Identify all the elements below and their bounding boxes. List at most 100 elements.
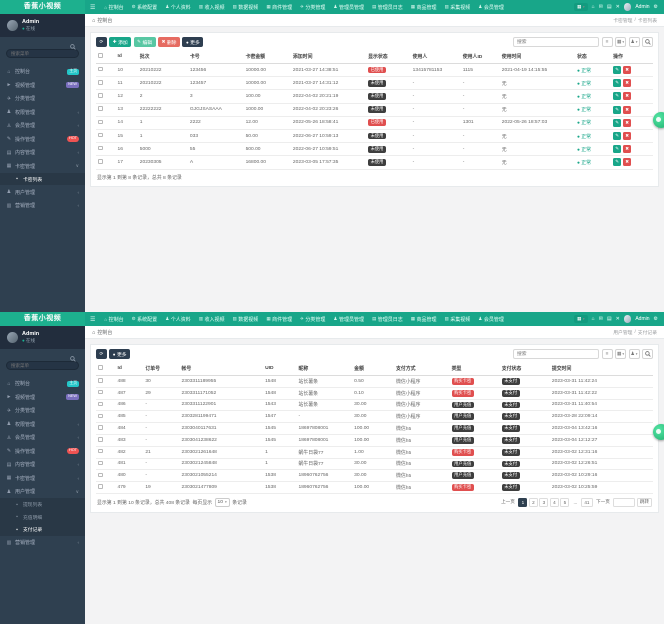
column-header-UID[interactable]: UID [263,362,297,376]
delete-button[interactable]: ✖ [623,118,632,127]
delete-button[interactable]: ✖ [623,92,632,101]
edit-button[interactable]: ✎ [613,158,622,167]
delete-button[interactable]: ✖ [623,79,632,88]
nav-item-7[interactable]: ✈ 分类管理 [296,312,329,326]
breadcrumb[interactable]: ⌂ 控制台 [92,17,112,24]
column-header-卡号[interactable]: 卡号 [187,50,244,64]
checkbox[interactable] [98,413,103,419]
sidebar-item-用户管理[interactable]: ♟ 用户管理 ∨ [0,485,85,499]
column-header-Id[interactable]: Id [115,50,138,64]
nav-item-11[interactable]: ▥ 采集视频 [441,0,475,14]
nav-item-10[interactable]: ▦ 商品管理 [407,0,441,14]
breadcrumb[interactable]: ⌂ 控制台 [92,329,112,336]
export-user-icon[interactable]: ♟ ▾ [628,349,640,359]
submenu-item-提现列表[interactable]: ▪ 提现列表 [0,498,85,511]
checkbox[interactable] [98,365,103,370]
checkbox[interactable] [98,378,103,383]
column-header-帐号[interactable]: 帐号 [179,362,264,376]
avatar[interactable] [7,331,18,343]
home-icon[interactable]: ⌂ [592,4,595,10]
close-icon[interactable]: ✕ [616,316,620,322]
nav-item-9[interactable]: ▤ 管理员日志 [368,0,407,14]
close-icon[interactable]: ✕ [616,4,620,10]
nav-item-1[interactable]: ⌂ 控制台 [100,312,127,326]
nav-item-4[interactable]: ▥ 收入视频 [195,0,229,14]
edit-button[interactable]: ✎ [613,145,622,154]
edit-button[interactable]: ✎ [613,105,622,114]
column-header-显示状态[interactable]: 显示状态 [366,50,411,64]
columns-icon[interactable]: ≡ [601,37,613,47]
apps-dropdown[interactable]: ▦ ▾ [574,3,588,11]
delete-button[interactable]: ✖ [623,132,632,141]
per-page-select[interactable]: 10 ▾ [214,497,230,507]
edit-button[interactable]: ✎ [613,66,622,75]
column-header-类型[interactable]: 类型 [449,362,500,376]
nav-item-7[interactable]: ✈ 分类管理 [296,0,329,14]
submenu-item-充值明细[interactable]: ▪ 充值明细 [0,511,85,524]
gear-icon[interactable]: ⚙ [654,4,658,10]
export-user-icon[interactable]: ♟ ▾ [628,37,640,47]
nav-item-11[interactable]: ▥ 采集视频 [441,312,475,326]
delete-button[interactable]: ✖ [623,66,632,75]
column-header-支付状态[interactable]: 支付状态 [499,362,550,376]
floating-service-button[interactable] [653,112,664,128]
nav-item-3[interactable]: ♟ 个人资料 [161,312,195,326]
view-toggle-icon[interactable]: ▦ ▾ [615,349,626,359]
page-button-3[interactable]: 3 [539,497,549,507]
column-header-提交时间[interactable]: 提交时间 [549,362,653,376]
apps-dropdown[interactable]: ▦ ▾ [574,315,588,323]
column-header-卡密金额[interactable]: 卡密金额 [243,50,291,64]
table-search-input[interactable] [513,37,599,47]
search-icon[interactable] [642,349,653,359]
sidebar-item-用户管理[interactable]: ♟ 用户管理 ‹ [0,185,85,199]
nav-item-1[interactable]: ⌂ 控制台 [100,0,127,14]
checkbox[interactable] [98,93,103,98]
avatar[interactable] [7,19,18,31]
submenu-item-支付记录[interactable]: ▪ 支付记录 [0,523,85,536]
sidebar-item-权限管理[interactable]: ♟ 权限管理 ‹ [0,105,85,119]
checkbox[interactable] [98,80,103,85]
home-icon[interactable]: ⌂ [592,316,595,322]
column-header-Id[interactable]: Id [115,362,144,376]
nav-item-5[interactable]: ▥ 数据视频 [229,0,263,14]
nav-item-10[interactable]: ▦ 商品管理 [407,312,441,326]
delete-button[interactable]: ✖ [623,145,632,154]
message-icon[interactable]: ✉ [599,316,603,322]
nav-item-5[interactable]: ▥ 数据视频 [229,312,263,326]
column-header-订单号[interactable]: 订单号 [143,362,180,376]
search-icon[interactable] [642,37,653,47]
page-button-4[interactable]: 4 [549,497,559,507]
avatar[interactable] [623,315,632,323]
page-jump-button[interactable]: 跳转 [636,497,652,507]
checkbox[interactable] [98,389,103,395]
sidebar-item-会员管理[interactable]: ♙ 会员管理 ‹ [0,119,85,133]
edit-button[interactable]: ✎ [613,92,622,101]
更多-button[interactable]: ● 更多 [182,37,204,47]
message-icon[interactable]: ✉ [599,4,603,10]
nav-item-12[interactable]: ♟ 会员管理 [474,312,508,326]
更多-button[interactable]: ● 更多 [109,349,131,359]
sidebar-item-视频管理[interactable]: ► 视频管理 NEW [0,78,85,92]
checkbox[interactable] [98,145,103,151]
page-button-41[interactable]: 41 [581,497,593,507]
edit-button[interactable]: ✎ [613,132,622,141]
delete-button[interactable]: ✖ [623,105,632,114]
refresh-button[interactable]: ⟳ [96,37,107,47]
sidebar-search-input[interactable] [6,360,79,370]
brand-logo[interactable]: 香蕉小视频 [0,312,85,326]
sidebar-item-分类管理[interactable]: ✈ 分类管理 [0,404,85,418]
prev-page-button[interactable]: 上一页 [499,498,517,507]
nav-item-4[interactable]: ▥ 收入视频 [195,312,229,326]
checkbox[interactable] [98,472,103,478]
sidebar-toggle-icon[interactable]: ☰ [85,4,100,11]
submenu-item-卡密列表[interactable]: ▪ 卡密列表 [0,173,85,186]
sidebar-item-内容管理[interactable]: ▤ 内容管理 ‹ [0,146,85,160]
refresh-button[interactable]: ⟳ [96,349,107,359]
next-page-button[interactable]: 下一页 [594,498,612,507]
avatar[interactable] [623,3,632,11]
nav-item-9[interactable]: ▤ 管理员日志 [368,312,407,326]
table-search-input[interactable] [513,349,599,359]
sidebar-item-视频管理[interactable]: ► 视频管理 NEW [0,390,85,404]
column-header-状态[interactable]: 状态 [574,50,612,64]
sidebar-item-分类管理[interactable]: ✈ 分类管理 [0,92,85,106]
